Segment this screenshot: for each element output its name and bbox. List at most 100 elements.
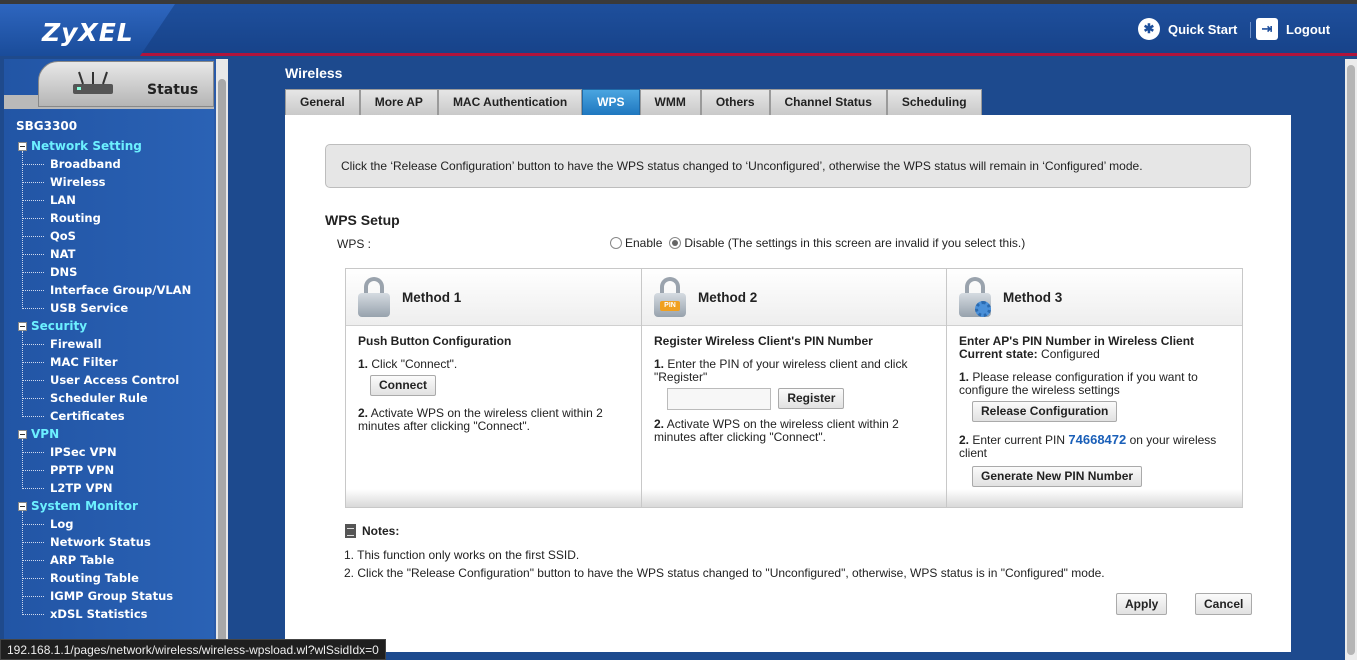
nav-item-dns[interactable]: DNS xyxy=(18,263,191,281)
nav-item-scheduler-rule[interactable]: Scheduler Rule xyxy=(18,389,191,407)
method-3-step-1: 1. Please release configuration if you w… xyxy=(959,371,1230,397)
nav-item-firewall[interactable]: Firewall xyxy=(18,335,191,353)
collapse-icon[interactable] xyxy=(18,429,27,439)
nav-group-head-vpn[interactable]: VPN xyxy=(18,425,191,443)
connect-button[interactable]: Connect xyxy=(370,375,436,396)
collapse-icon[interactable] xyxy=(18,321,27,331)
method-3-state: Current state: Configured xyxy=(959,348,1230,361)
method-2-step-1: 1. Enter the PIN of your wireless client… xyxy=(654,358,934,384)
nav-item-qos[interactable]: QoS xyxy=(18,227,191,245)
wps-label: WPS : xyxy=(337,237,372,251)
nav-item-wireless[interactable]: Wireless xyxy=(18,173,191,191)
generate-pin-button[interactable]: Generate New PIN Number xyxy=(972,466,1143,487)
nav-item-usb-service[interactable]: USB Service xyxy=(18,299,191,317)
brand-logo: ZyXEL xyxy=(42,18,134,47)
section-title: WPS Setup xyxy=(325,212,400,228)
tab-wps[interactable]: WPS xyxy=(582,89,640,115)
method-3-body: Enter AP's PIN Number in Wireless Client… xyxy=(947,326,1242,496)
nav-item-l2tp-vpn[interactable]: L2TP VPN xyxy=(18,479,191,497)
quick-start-link[interactable]: ✱ Quick Start xyxy=(1138,18,1237,40)
sidebar-scrollbar[interactable] xyxy=(216,59,228,660)
tab-bar: General More AP MAC Authentication WPS W… xyxy=(285,89,982,115)
method-1-column: Method 1 Push Button Configuration 1. Cl… xyxy=(346,269,642,507)
method-3-footer xyxy=(947,489,1242,507)
method-1-header: Method 1 xyxy=(346,269,641,326)
method-3-step-2: 2. Enter current PIN 74668472 on your wi… xyxy=(959,433,1230,460)
collapse-icon[interactable] xyxy=(18,141,27,151)
nav-item-lan[interactable]: LAN xyxy=(18,191,191,209)
method-2-footer xyxy=(642,489,946,507)
apply-button[interactable]: Apply xyxy=(1116,593,1168,615)
step-number: 1. xyxy=(654,357,665,371)
page-scrollbar[interactable] xyxy=(1345,59,1357,660)
method-1-heading: Push Button Configuration xyxy=(358,334,512,348)
nav-group-head-system-monitor[interactable]: System Monitor xyxy=(18,497,191,515)
method-3-column: Method 3 Enter AP's PIN Number in Wirele… xyxy=(947,269,1242,507)
client-pin-input[interactable] xyxy=(667,388,771,410)
state-label: Current state: xyxy=(959,347,1038,361)
step-text: Click "Connect". xyxy=(371,357,458,371)
nav-item-mac-filter[interactable]: MAC Filter xyxy=(18,353,191,371)
step-text: Enter current PIN xyxy=(972,433,1066,447)
wps-enable-radio[interactable] xyxy=(610,237,622,249)
nav-group-label: Network Setting xyxy=(31,139,142,153)
nav-item-xdsl-statistics[interactable]: xDSL Statistics xyxy=(18,605,191,623)
nav-group-head-network-setting[interactable]: Network Setting xyxy=(18,137,191,155)
release-configuration-button[interactable]: Release Configuration xyxy=(972,401,1118,422)
info-message: Click the ‘Release Configuration’ button… xyxy=(325,144,1251,188)
note-2: 2. Click the "Release Configuration" but… xyxy=(344,566,1105,580)
step-text: Activate WPS on the wireless client with… xyxy=(358,406,603,433)
quick-start-label: Quick Start xyxy=(1168,21,1238,37)
nav-item-pptp-vpn[interactable]: PPTP VPN xyxy=(18,461,191,479)
nav-item-user-access-control[interactable]: User Access Control xyxy=(18,371,191,389)
content-panel: Click the ‘Release Configuration’ button… xyxy=(285,115,1291,652)
tab-general[interactable]: General xyxy=(285,89,360,115)
notes-title: Notes: xyxy=(362,524,400,538)
nav-item-nat[interactable]: NAT xyxy=(18,245,191,263)
nav-item-igmp-group-status[interactable]: IGMP Group Status xyxy=(18,587,191,605)
cancel-button[interactable]: Cancel xyxy=(1195,593,1253,615)
nav-item-routing[interactable]: Routing xyxy=(18,209,191,227)
nav-item-certificates[interactable]: Certificates xyxy=(18,407,191,425)
notes-heading: Notes: xyxy=(345,524,399,538)
nav-item-ipsec-vpn[interactable]: IPSec VPN xyxy=(18,443,191,461)
logout-icon: ⇥ xyxy=(1256,18,1278,40)
page-title: Wireless xyxy=(285,65,343,81)
method-2-heading: Register Wireless Client's PIN Number xyxy=(654,334,873,348)
wps-disable-radio[interactable] xyxy=(669,237,682,249)
tab-more-ap[interactable]: More AP xyxy=(359,89,438,115)
nav-group-security: Security Firewall MAC Filter User Access… xyxy=(18,317,191,425)
register-button[interactable]: Register xyxy=(778,388,845,410)
method-2-step-2: 2. Activate WPS on the wireless client w… xyxy=(654,418,934,444)
nav-item-routing-table[interactable]: Routing Table xyxy=(18,569,191,587)
nav-item-log[interactable]: Log xyxy=(18,515,191,533)
tab-mac-authentication[interactable]: MAC Authentication xyxy=(437,89,583,115)
device-name[interactable]: SBG3300 xyxy=(16,119,77,133)
method-3-title: Method 3 xyxy=(1003,289,1063,305)
document-icon xyxy=(345,524,356,538)
nav-item-arp-table[interactable]: ARP Table xyxy=(18,551,191,569)
tab-others[interactable]: Others xyxy=(700,89,770,115)
lock-gear-icon xyxy=(959,277,991,317)
status-label: Status xyxy=(147,82,199,98)
method-2-body: Register Wireless Client's PIN Number 1.… xyxy=(642,326,946,457)
step-number: 1. xyxy=(358,357,369,371)
nav-group-head-security[interactable]: Security xyxy=(18,317,191,335)
status-tab[interactable]: Status xyxy=(38,61,214,107)
nav-tree: Network Setting Broadband Wireless LAN R… xyxy=(18,137,191,623)
sidebar-scrollbar-thumb[interactable] xyxy=(218,79,226,649)
logout-link[interactable]: ⇥ Logout xyxy=(1256,18,1330,40)
method-1-title: Method 1 xyxy=(402,289,462,305)
nav-item-broadband[interactable]: Broadband xyxy=(18,155,191,173)
method-1-step-2: 2. Activate WPS on the wireless client w… xyxy=(358,407,629,433)
step-number: 2. xyxy=(959,433,970,447)
quick-start-icon: ✱ xyxy=(1138,18,1160,40)
collapse-icon[interactable] xyxy=(18,501,27,511)
tab-channel-status[interactable]: Channel Status xyxy=(769,89,887,115)
nav-item-interface-group[interactable]: Interface Group/VLAN xyxy=(18,281,191,299)
page-scrollbar-thumb[interactable] xyxy=(1347,65,1355,655)
method-2-title: Method 2 xyxy=(698,289,758,305)
nav-item-network-status[interactable]: Network Status xyxy=(18,533,191,551)
tab-scheduling[interactable]: Scheduling xyxy=(886,89,982,115)
tab-wmm[interactable]: WMM xyxy=(639,89,701,115)
